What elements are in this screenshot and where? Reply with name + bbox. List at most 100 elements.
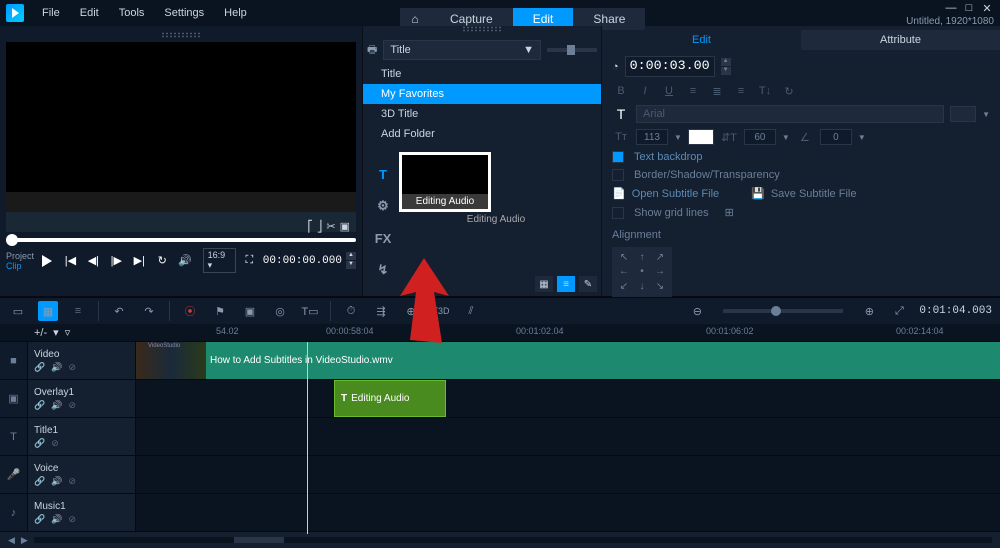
volume-button[interactable]: 🔊 bbox=[176, 251, 195, 271]
menu-settings[interactable]: Settings bbox=[156, 4, 212, 22]
split-clip-icon[interactable]: ✂ bbox=[326, 220, 335, 233]
align-mr[interactable]: → bbox=[652, 266, 668, 279]
maximize-button[interactable]: □ bbox=[962, 2, 976, 15]
dur-down[interactable]: ▼ bbox=[721, 67, 731, 75]
scrub-track[interactable] bbox=[6, 238, 356, 242]
link-icon[interactable]: 🔗 bbox=[34, 362, 45, 373]
align-mc[interactable]: • bbox=[634, 266, 650, 279]
panel-drag-handle-icon[interactable] bbox=[161, 32, 201, 38]
align-bl[interactable]: ↙ bbox=[616, 280, 632, 293]
font-dropdown[interactable]: Arial bbox=[636, 105, 944, 123]
disable-icon[interactable]: ⊘ bbox=[68, 476, 76, 487]
mute-icon[interactable]: 🔊 bbox=[51, 476, 62, 487]
redo-button[interactable]: ↷ bbox=[139, 301, 159, 321]
print-icon[interactable]: 🖶 bbox=[367, 41, 377, 60]
align-br[interactable]: ↘ bbox=[652, 280, 668, 293]
close-button[interactable]: ✕ bbox=[980, 2, 994, 15]
align-tl[interactable]: ↖ bbox=[616, 251, 632, 264]
font-color-swatch[interactable] bbox=[950, 106, 976, 122]
scrub-thumb[interactable] bbox=[6, 234, 18, 246]
italic-button[interactable]: I bbox=[636, 83, 654, 99]
menu-file[interactable]: File bbox=[34, 4, 68, 22]
lib-edit-icon[interactable]: ✎ bbox=[579, 276, 597, 292]
go-start-button[interactable]: |◀ bbox=[61, 251, 80, 271]
menu-tools[interactable]: Tools bbox=[111, 4, 153, 22]
preview-timecode[interactable]: 00:00:00.000 bbox=[263, 255, 342, 267]
border-shadow-link[interactable]: Border/Shadow/Transparency bbox=[634, 169, 780, 181]
disable-icon[interactable]: ⊘ bbox=[68, 362, 76, 373]
options-tab-attribute[interactable]: Attribute bbox=[801, 30, 1000, 50]
prev-frame-button[interactable]: ◀| bbox=[84, 251, 103, 271]
mute-icon[interactable]: 🔊 bbox=[51, 400, 62, 411]
align-tr[interactable]: ↗ bbox=[652, 251, 668, 264]
music-track-icon[interactable]: ♪ bbox=[0, 494, 28, 531]
disable-icon[interactable]: ⊘ bbox=[68, 400, 76, 411]
storyboard-view-icon[interactable]: ▭ bbox=[8, 301, 28, 321]
disable-icon[interactable]: ⊘ bbox=[51, 438, 59, 449]
open-subtitle-link[interactable]: Open Subtitle File bbox=[632, 188, 719, 200]
align-tc[interactable]: ↑ bbox=[634, 251, 650, 264]
zoom-in-button[interactable]: ⊕ bbox=[859, 301, 879, 321]
link-icon[interactable]: 🔗 bbox=[34, 476, 45, 487]
go-end-button[interactable]: ▶| bbox=[130, 251, 149, 271]
thumb-size-slider[interactable] bbox=[547, 48, 597, 52]
scroll-right-icon[interactable]: ▶ bbox=[21, 535, 28, 546]
align-center-button[interactable]: ≣ bbox=[708, 83, 726, 99]
bold-button[interactable]: B bbox=[612, 83, 630, 99]
tc-down[interactable]: ▼ bbox=[346, 261, 356, 269]
save-file-icon[interactable]: 💾 bbox=[751, 187, 765, 200]
chevron-down-icon[interactable]: ▼ bbox=[782, 133, 790, 142]
link-icon[interactable]: 🔗 bbox=[34, 514, 45, 525]
h-scrollbar-thumb[interactable] bbox=[234, 537, 284, 543]
options-tab-edit[interactable]: Edit bbox=[602, 30, 801, 50]
mute-icon[interactable]: 🔊 bbox=[51, 514, 62, 525]
text-backdrop-link[interactable]: Text backdrop bbox=[634, 151, 702, 163]
disable-icon[interactable]: ⊘ bbox=[68, 514, 76, 525]
save-subtitle-link[interactable]: Save Subtitle File bbox=[771, 188, 857, 200]
rate-tool-icon[interactable]: ⏱ bbox=[341, 301, 361, 321]
menu-edit[interactable]: Edit bbox=[72, 4, 107, 22]
title-track-icon[interactable]: T bbox=[0, 418, 28, 455]
grid-settings-icon[interactable]: ⊞ bbox=[725, 206, 734, 219]
font-size-field[interactable]: 113 bbox=[636, 129, 668, 145]
chevron-down-icon[interactable]: ▼ bbox=[674, 133, 682, 142]
mode-clip-label[interactable]: Clip bbox=[6, 261, 34, 271]
cue-icon[interactable]: ▿ bbox=[65, 326, 71, 339]
gridlines-checkbox[interactable] bbox=[612, 207, 624, 219]
chevron-down-icon[interactable]: ▼ bbox=[858, 133, 866, 142]
video-clip[interactable]: VideoStudio How to Add Subtitles in Vide… bbox=[136, 342, 1000, 379]
vertical-text-button[interactable]: T↓ bbox=[756, 83, 774, 99]
rotate-field[interactable]: 0 bbox=[820, 129, 852, 145]
subtitle-tool-icon[interactable]: T▭ bbox=[300, 301, 320, 321]
lib-sort-icon[interactable]: ≡ bbox=[557, 276, 575, 292]
motion-tool-icon[interactable]: ⇶ bbox=[371, 301, 391, 321]
loop-button[interactable]: ↻ bbox=[153, 251, 172, 271]
rotate-button[interactable]: ↻ bbox=[780, 83, 798, 99]
alignment-grid[interactable]: ↖↑↗ ←•→ ↙↓↘ bbox=[612, 247, 672, 297]
chevron-down-icon[interactable]: ▼ bbox=[982, 110, 990, 119]
mode-project-label[interactable]: Project bbox=[6, 251, 34, 261]
mark-in-icon[interactable]: ⎡ bbox=[307, 220, 313, 233]
align-left-button[interactable]: ≡ bbox=[684, 83, 702, 99]
preview-screen[interactable] bbox=[6, 42, 356, 232]
align-right-button[interactable]: ≡ bbox=[732, 83, 750, 99]
mixer-view-icon[interactable]: ≡ bbox=[68, 301, 88, 321]
d-tool-icon[interactable]: ▣ bbox=[240, 301, 260, 321]
text-color-swatch[interactable] bbox=[688, 129, 714, 145]
minimize-button[interactable]: — bbox=[944, 2, 958, 15]
chapter-icon[interactable]: ▾ bbox=[53, 326, 59, 339]
dur-up[interactable]: ▲ bbox=[721, 58, 731, 66]
lib-item-favorites[interactable]: My Favorites bbox=[363, 84, 601, 104]
lib-item-title[interactable]: Title bbox=[363, 64, 601, 84]
fit-button[interactable]: ⤢ bbox=[889, 301, 909, 321]
timeline-view-icon[interactable]: ▦ bbox=[38, 301, 58, 321]
next-frame-button[interactable]: |▶ bbox=[107, 251, 126, 271]
panel-drag-handle-icon[interactable] bbox=[462, 26, 502, 32]
fullscreen-button[interactable]: ⛶ bbox=[240, 251, 259, 271]
overlay-track-icon[interactable]: ▣ bbox=[0, 380, 28, 417]
duration-field[interactable] bbox=[625, 56, 715, 77]
playhead[interactable] bbox=[307, 342, 308, 534]
link-icon[interactable]: 🔗 bbox=[34, 400, 45, 411]
voice-track-icon[interactable]: 🎤 bbox=[0, 456, 28, 493]
pan-tool-icon[interactable]: ⊕ bbox=[401, 301, 421, 321]
